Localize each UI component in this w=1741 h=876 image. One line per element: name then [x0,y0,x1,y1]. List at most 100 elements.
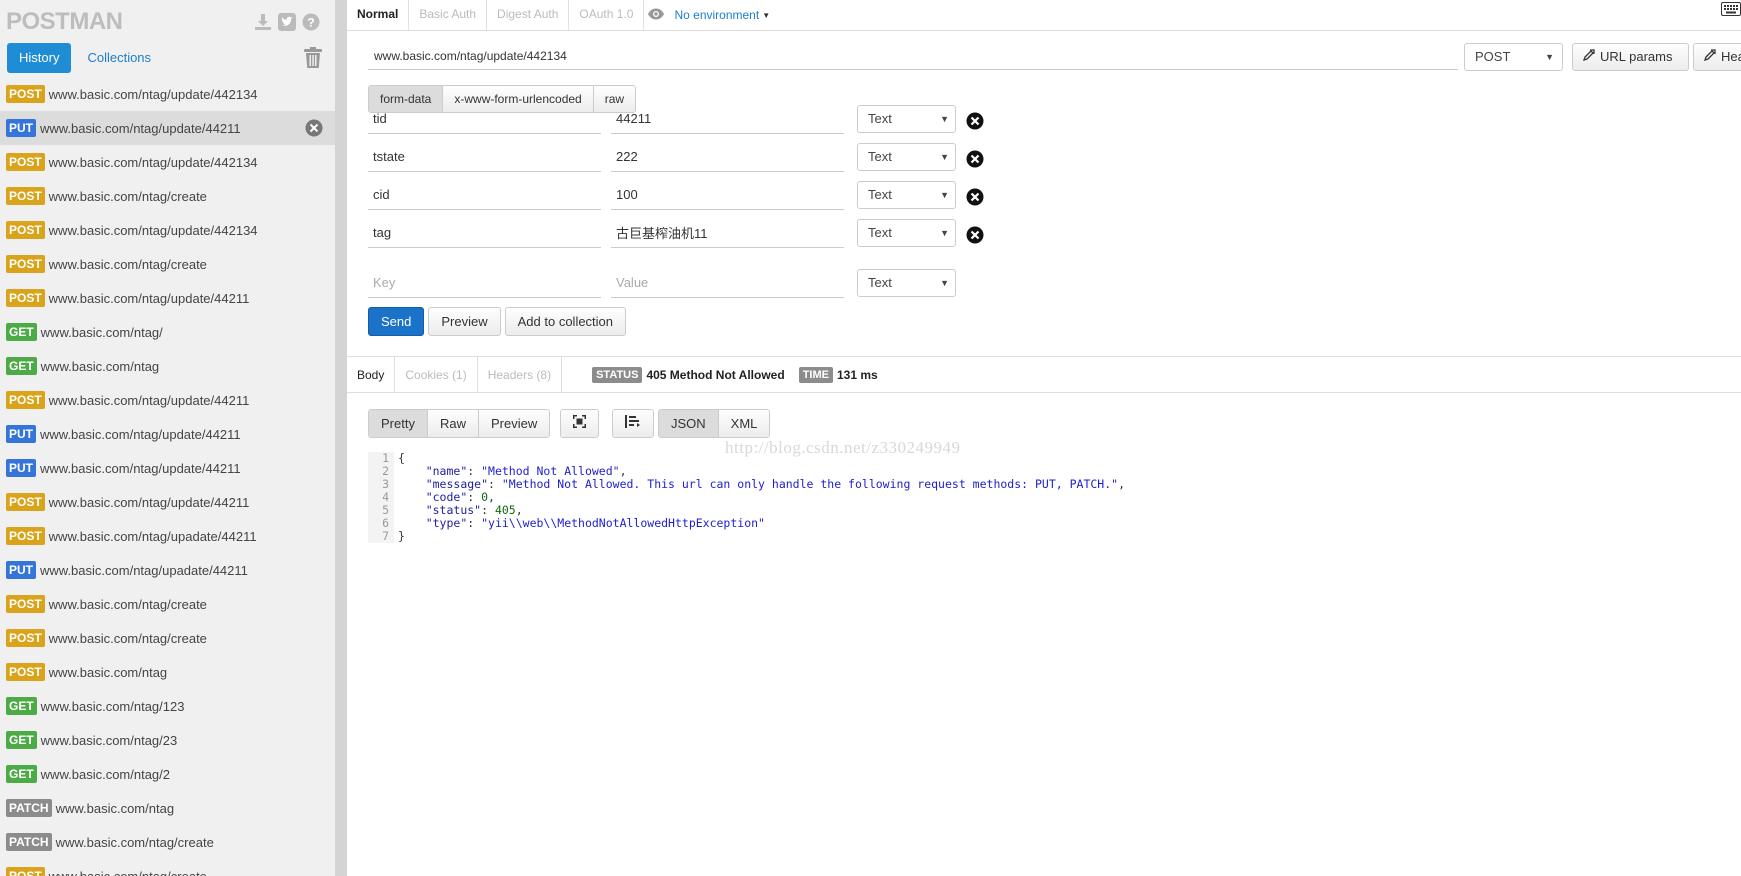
twitter-icon[interactable] [277,12,297,32]
json-key: "status" [425,503,482,517]
remove-row-icon[interactable] [966,188,984,209]
fullscreen-button[interactable] [561,410,598,437]
request-actions: Send Preview Add to collection [368,307,627,336]
history-item[interactable]: POST www.basic.com/ntag/create [0,179,335,213]
keyboard-icon[interactable] [1721,2,1741,19]
history-item[interactable]: GET www.basic.com/ntag/23 [0,723,335,757]
key-input[interactable] [368,142,601,172]
trash-icon[interactable] [304,47,322,72]
preview-button[interactable]: Preview [428,307,501,336]
history-item[interactable]: POST www.basic.com/ntag/create [0,859,335,876]
history-item[interactable]: GET www.basic.com/ntag/ [0,315,335,349]
history-item[interactable]: POST www.basic.com/ntag/create [0,621,335,655]
environment-label: No environment [674,8,760,22]
headers-button[interactable]: Headers (0) [1693,43,1741,71]
json-button[interactable]: JSON [659,410,719,437]
new-form-row: Text ▼ [368,268,968,300]
method-select[interactable]: POST ▼ [1464,43,1563,71]
form-row: Text ▼ [368,104,984,136]
method-badge: GET [6,765,37,783]
history-item[interactable]: PUT www.basic.com/ntag/upadate/44211 [0,553,335,587]
code-text: "message": "Method Not Allowed. This url… [425,477,1126,491]
history-item[interactable]: PUT www.basic.com/ntag/update/44211 [0,417,335,451]
value-input[interactable] [611,218,844,248]
history-item[interactable]: PATCH www.basic.com/ntag/create [0,825,335,859]
code-line: 4 "code": 0, [368,491,1468,504]
history-item[interactable]: POST www.basic.com/ntag/update/44211 [0,485,335,519]
tab-basic-auth[interactable]: Basic Auth [409,0,488,30]
download-icon[interactable] [253,12,273,32]
tab-response-cookies[interactable]: Cookies (1) [395,357,478,392]
form-row: Text ▼ [368,142,984,174]
form-row: Text ▼ [368,180,984,212]
key-input[interactable] [368,104,601,134]
sidebar-top-icons: ? [253,12,321,32]
json-brace: } [398,529,405,543]
time-badge: TIME [798,366,833,383]
main-panel: Normal Basic Auth Digest Auth OAuth 1.0 … [347,0,1741,876]
line-number: 7 [368,530,394,543]
type-select[interactable]: Text ▼ [857,219,956,247]
tab-oauth[interactable]: OAuth 1.0 [569,0,645,30]
sidebar-scrollbar[interactable] [335,0,347,876]
pretty-button[interactable]: Pretty [369,410,428,437]
json-key: "type" [425,516,468,530]
new-key-input[interactable] [368,268,601,298]
remove-row-icon[interactable] [966,112,984,133]
history-item[interactable]: PATCH www.basic.com/ntag [0,791,335,825]
history-url: www.basic.com/ntag [40,358,160,374]
new-value-input[interactable] [611,268,844,298]
url-params-button[interactable]: URL params [1572,43,1689,71]
value-input[interactable] [611,180,844,210]
chevron-down-icon: ▼ [762,10,771,20]
wrap-lines-button[interactable] [613,410,653,437]
xml-button[interactable]: XML [718,410,770,437]
postman-app: POSTMAN ? History Collections POST www.ba… [0,0,1741,876]
history-item[interactable]: POST www.basic.com/ntag/create [0,587,335,621]
history-item[interactable]: GET www.basic.com/ntag/2 [0,757,335,791]
new-type-select[interactable]: Text ▼ [857,269,956,297]
delete-history-icon[interactable] [305,119,323,140]
history-item[interactable]: GET www.basic.com/ntag/123 [0,689,335,723]
value-input[interactable] [611,142,844,172]
tab-digest-auth[interactable]: Digest Auth [487,0,570,30]
type-select[interactable]: Text ▼ [857,105,956,133]
add-to-collection-button[interactable]: Add to collection [504,307,627,336]
type-select[interactable]: Text ▼ [857,181,956,209]
remove-row-icon[interactable] [966,226,984,247]
key-input[interactable] [368,180,601,210]
history-item[interactable]: POST www.basic.com/ntag/update/442134 [0,145,335,179]
chevron-down-icon: ▼ [940,278,949,288]
view-mode-group: Pretty Raw Preview [368,409,551,438]
url-input[interactable] [368,42,1458,70]
history-item[interactable]: PUT www.basic.com/ntag/update/44211 [0,451,335,485]
eye-icon[interactable] [648,8,665,23]
json-value: 405 [494,503,516,517]
help-icon[interactable]: ? [301,12,321,32]
history-item[interactable]: POST www.basic.com/ntag/update/442134 [0,213,335,247]
tab-collections[interactable]: Collections [75,43,163,73]
value-input[interactable] [611,104,844,134]
history-item[interactable]: POST www.basic.com/ntag/update/44211 [0,281,335,315]
history-item[interactable]: POST www.basic.com/ntag/update/442134 [0,77,335,111]
tab-response-body[interactable]: Body [347,357,396,392]
preview-response-button[interactable]: Preview [478,410,550,437]
tab-normal[interactable]: Normal [347,0,410,30]
environment-selector[interactable]: No environment ▼ [648,0,770,30]
key-input[interactable] [368,218,601,248]
history-item[interactable]: POST www.basic.com/ntag/create [0,247,335,281]
json-value: "Method Not Allowed" [481,464,620,478]
raw-button[interactable]: Raw [427,410,479,437]
history-item[interactable]: PUT www.basic.com/ntag/update/44211 [0,111,335,145]
tab-history[interactable]: History [7,43,72,73]
history-item[interactable]: GET www.basic.com/ntag [0,349,335,383]
method-badge: POST [6,153,45,171]
tab-response-headers[interactable]: Headers (8) [478,357,563,392]
history-item[interactable]: POST www.basic.com/ntag/upadate/44211 [0,519,335,553]
remove-row-icon[interactable] [966,150,984,171]
wrap-group [612,409,654,438]
history-item[interactable]: POST www.basic.com/ntag [0,655,335,689]
send-button[interactable]: Send [368,307,425,336]
history-item[interactable]: POST www.basic.com/ntag/update/44211 [0,383,335,417]
type-select[interactable]: Text ▼ [857,143,956,171]
